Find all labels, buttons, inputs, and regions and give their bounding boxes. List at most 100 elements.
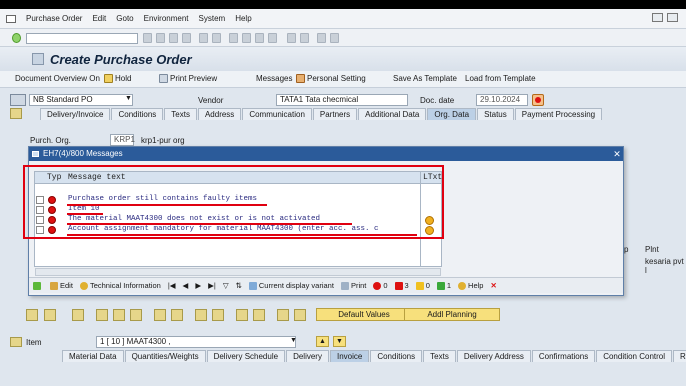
error-filter-button[interactable]: 3 [394,281,409,290]
tab-communication[interactable]: Communication [242,108,312,120]
help-button[interactable]: Help [458,281,483,290]
tab-item-texts[interactable]: Texts [423,350,456,362]
print-button[interactable]: Print [340,281,366,290]
vendor-field[interactable]: TATA1 Tata checmical [276,94,408,106]
filter-icon[interactable]: ▽ [223,281,229,290]
sort-desc-icon[interactable] [171,309,183,321]
shortcut-icon[interactable] [300,33,309,43]
chevron-down-icon[interactable]: ▼ [290,337,297,344]
exit-icon[interactable] [169,33,178,43]
next-page-icon[interactable] [255,33,264,43]
menu-environment[interactable]: Environment [144,14,189,23]
cancel-icon[interactable] [182,33,191,43]
item-add-icon[interactable] [72,309,84,321]
collapse-item-icon[interactable] [10,337,22,347]
close-icon[interactable]: ✕ [612,149,622,159]
save-icon[interactable] [143,33,152,43]
item-deselect-icon[interactable] [130,309,142,321]
tab-delivery-address[interactable]: Delivery Address [456,350,531,362]
export-icon[interactable] [236,309,248,321]
tab-status[interactable]: Status [477,108,514,120]
tab-delivery[interactable]: Delivery [286,350,329,362]
messages-button[interactable]: Messages [256,74,292,83]
hold-button[interactable]: Hold [104,74,131,84]
menu-purchase-order[interactable]: Purchase Order [26,14,82,23]
sort-icon[interactable]: ⇅ [236,281,242,290]
tab-payment-processing[interactable]: Payment Processing [514,108,603,120]
next-item-button[interactable]: ▼ [333,336,346,347]
first-page-icon[interactable] [229,33,238,43]
warning-filter-button[interactable]: 0 [415,281,430,290]
tab-condition-control[interactable]: Condition Control [596,350,673,362]
tab-confirmations[interactable]: Confirmations [531,350,596,362]
cancel-icon[interactable]: ✕ [490,281,496,290]
doc-type-select[interactable]: NB Standard PO [29,94,133,106]
personal-setting-button[interactable]: Personal Setting [296,74,366,84]
sap-menu-icon[interactable] [6,14,16,23]
item-detail-icon[interactable] [26,309,38,321]
print-preview-button[interactable]: Print Preview [159,74,217,84]
collapse-header-icon[interactable] [10,108,22,119]
tab-org-data[interactable]: Org. Data [427,108,477,120]
delete-icon[interactable] [96,309,108,321]
edit-button[interactable]: Edit [50,281,73,290]
new-session-icon[interactable] [287,33,296,43]
doc-date-field[interactable]: 29.10.2024 [476,94,528,106]
prev-item-button[interactable]: ▲ [316,336,329,347]
help-icon[interactable] [317,33,326,43]
tab-delivery-schedule[interactable]: Delivery Schedule [206,350,286,362]
chevron-down-icon[interactable]: ▼ [125,95,132,102]
tab-quantities-weights[interactable]: Quantities/Weights [124,350,206,362]
ok-button[interactable] [33,281,43,290]
maximize-icon[interactable] [667,13,678,22]
tab-material-data[interactable]: Material Data [62,350,124,362]
addl-planning-button[interactable]: Addl Planning [404,308,500,321]
item-select-icon[interactable] [113,309,125,321]
purch-org-field[interactable]: KRP1 [110,134,135,146]
sum-icon[interactable] [212,309,224,321]
info-filter-button[interactable]: 1 [436,281,451,290]
filter-icon[interactable] [195,309,207,321]
item-copy-icon[interactable] [44,309,56,321]
enter-icon[interactable] [12,33,21,43]
menu-system[interactable]: System [199,14,226,23]
sort-asc-icon[interactable] [154,309,166,321]
stop-filter-button[interactable]: 0 [373,281,388,290]
layout-icon[interactable] [330,33,339,43]
find-icon[interactable] [212,33,221,43]
first-icon[interactable]: |◀ [168,281,176,290]
tab-delivery-invoice[interactable]: Delivery/Invoice [40,108,111,120]
current-display-variant-button[interactable]: Current display variant [248,281,334,290]
save-as-template-button[interactable]: Save As Template [393,74,457,83]
last-page-icon[interactable] [268,33,277,43]
item-select[interactable]: 1 [ 10 ] MAAT4300 , [96,336,296,348]
tab-item-conditions[interactable]: Conditions [370,350,423,362]
load-from-template-button[interactable]: Load from Template [465,74,536,83]
settings-icon[interactable] [253,309,265,321]
prev-page-icon[interactable] [242,33,251,43]
layout-icon[interactable] [277,309,289,321]
item-more-icon[interactable] [294,309,306,321]
tab-additional-data[interactable]: Additional Data [358,108,427,120]
favorites-icon[interactable] [32,53,44,65]
menu-help[interactable]: Help [235,14,251,23]
tab-texts[interactable]: Texts [164,108,197,120]
next-icon[interactable]: ▶ [195,281,201,290]
tab-conditions[interactable]: Conditions [111,108,164,120]
back-icon[interactable] [156,33,165,43]
default-values-button[interactable]: Default Values [316,308,412,321]
status-icon[interactable] [532,94,544,106]
minimize-icon[interactable] [652,13,663,22]
document-overview-button[interactable]: Document Overview On [15,74,100,83]
tab-invoice[interactable]: Invoice [329,350,370,362]
technical-information-button[interactable]: Technical Information [79,281,161,290]
print-icon[interactable] [199,33,208,43]
tab-retail[interactable]: Retail [673,350,686,362]
horizontal-scrollbar[interactable] [35,268,441,276]
prev-icon[interactable]: ◀ [183,281,189,290]
tab-partners[interactable]: Partners [312,108,358,120]
menu-edit[interactable]: Edit [92,14,106,23]
command-field[interactable] [26,33,138,44]
last-icon[interactable]: ▶| [208,281,216,290]
tab-address[interactable]: Address [197,108,242,120]
